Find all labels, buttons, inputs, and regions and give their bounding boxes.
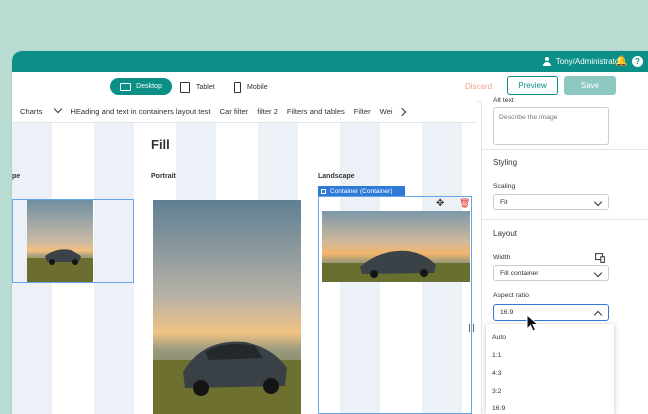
tab-label: Charts bbox=[20, 107, 43, 116]
scaling-label: Scaling bbox=[493, 183, 516, 190]
page-tabs: Charts HEading and text in containers la… bbox=[12, 101, 477, 123]
discard-button[interactable]: Discard bbox=[465, 79, 492, 95]
save-button[interactable]: Save bbox=[564, 76, 616, 95]
image-frame[interactable] bbox=[12, 199, 134, 283]
chevron-up-icon bbox=[593, 310, 603, 320]
move-icon[interactable]: ✥ bbox=[436, 198, 444, 209]
chevron-down-icon bbox=[593, 197, 603, 207]
container-icon bbox=[321, 188, 326, 194]
car-photo-portrait[interactable] bbox=[153, 200, 301, 414]
alt-text-field[interactable]: Describe the image bbox=[493, 107, 609, 145]
resize-handle[interactable] bbox=[469, 324, 474, 332]
help-icon[interactable]: ? bbox=[632, 56, 643, 67]
responsive-icon[interactable] bbox=[595, 253, 605, 263]
width-select[interactable]: Fill container bbox=[493, 265, 609, 281]
tab-wei[interactable]: Wei bbox=[380, 107, 393, 116]
preview-button[interactable]: Preview bbox=[507, 76, 558, 95]
section-label-portrait: Portrait bbox=[151, 173, 176, 180]
tab-heading-text[interactable]: HEading and text in containers layout te… bbox=[70, 107, 210, 116]
app-window: Tony/Administrator 🔔 ? Desktop Tablet Mo… bbox=[12, 51, 648, 414]
aspect-ratio-value: 16:9 bbox=[500, 309, 514, 316]
divider bbox=[482, 149, 648, 150]
tab-filter-2[interactable]: filter 2 bbox=[257, 107, 278, 116]
user-name: Tony/Administrator bbox=[555, 57, 622, 66]
section-label-left: pe bbox=[12, 173, 21, 180]
mobile-icon bbox=[234, 81, 241, 93]
desktop-icon bbox=[120, 82, 132, 91]
car-photo-landscape[interactable] bbox=[322, 211, 470, 282]
trash-icon[interactable]: 🗑 bbox=[459, 198, 470, 209]
car-photo-square[interactable] bbox=[27, 200, 93, 282]
tablet-icon bbox=[180, 81, 190, 93]
section-label-landscape: Landscape bbox=[318, 173, 355, 180]
section-title: Fill bbox=[151, 137, 170, 152]
tab-filter[interactable]: Filter bbox=[354, 107, 371, 116]
bell-icon[interactable]: 🔔 bbox=[615, 56, 627, 67]
option-4-3[interactable]: 4:3 bbox=[492, 370, 501, 377]
divider bbox=[482, 219, 648, 220]
desktop-button[interactable]: Desktop bbox=[110, 78, 172, 95]
scaling-value: Fit bbox=[500, 198, 508, 206]
styling-heading: Styling bbox=[493, 158, 518, 167]
mobile-button[interactable]: Mobile bbox=[234, 79, 268, 95]
tab-charts[interactable]: Charts bbox=[20, 104, 63, 116]
container-tag[interactable]: Container (Container) bbox=[318, 186, 405, 196]
chevron-down-icon bbox=[54, 104, 63, 114]
aspect-ratio-label: Aspect ratio bbox=[493, 292, 529, 299]
layout-heading: Layout bbox=[493, 229, 518, 238]
desktop-label: Desktop bbox=[136, 83, 162, 90]
tab-car-filter[interactable]: Car filter bbox=[220, 107, 249, 116]
cursor-icon bbox=[526, 314, 540, 332]
option-16-9[interactable]: 16:9 bbox=[492, 405, 505, 412]
tablet-label: Tablet bbox=[196, 83, 215, 91]
tablet-button[interactable]: Tablet bbox=[180, 79, 215, 95]
option-auto[interactable]: Auto bbox=[492, 334, 506, 341]
mobile-label: Mobile bbox=[247, 83, 268, 91]
option-3-2[interactable]: 3:2 bbox=[492, 388, 501, 395]
user-menu[interactable]: Tony/Administrator bbox=[542, 51, 622, 72]
scaling-select[interactable]: Fit bbox=[493, 194, 609, 210]
width-value: Fill container bbox=[500, 269, 539, 277]
person-icon bbox=[542, 57, 551, 66]
container-tag-label: Container (Container) bbox=[330, 187, 393, 195]
chevron-right-icon[interactable] bbox=[397, 107, 406, 116]
width-label: Width bbox=[493, 254, 511, 261]
aspect-ratio-dropdown: Auto 1:1 4:3 3:2 16:9 bbox=[486, 324, 614, 414]
tab-filters-tables[interactable]: Filters and tables bbox=[287, 107, 345, 116]
chevron-down-icon bbox=[593, 268, 603, 278]
option-1-1[interactable]: 1:1 bbox=[492, 352, 501, 359]
aspect-ratio-select[interactable]: 16:9 bbox=[493, 304, 609, 321]
alt-text-label: Alt text bbox=[493, 97, 514, 104]
